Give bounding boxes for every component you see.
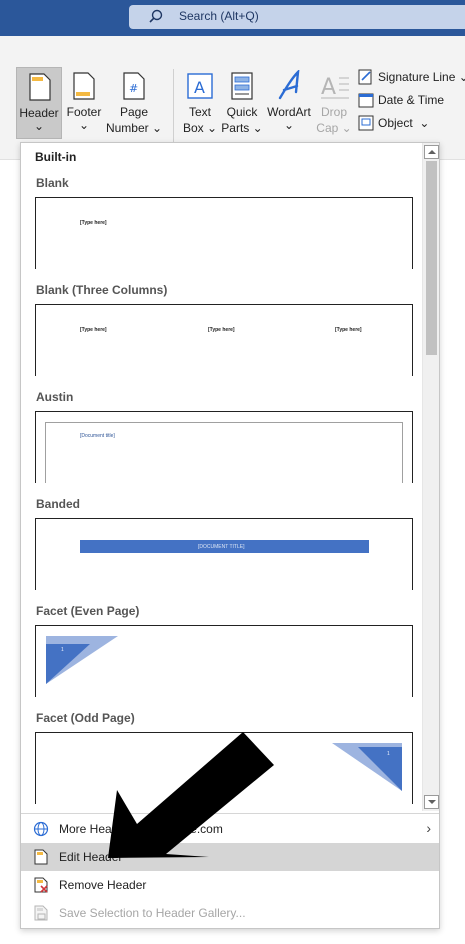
chevron-right-icon: › [426, 820, 431, 836]
gallery-item-label: Banded [36, 497, 81, 511]
text-box-label-2: Box ⌄ [182, 121, 218, 135]
save-selection-item[interactable]: Save Selection to Header Gallery... [21, 899, 439, 927]
gallery-item-label: Facet (Even Page) [36, 604, 140, 618]
edit-header-icon [34, 849, 48, 865]
chevron-down-icon: ⌄ [78, 118, 90, 132]
header-gallery: Built-in Blank [Type here] Blank (Three … [21, 143, 421, 811]
date-time-label: Date & Time [378, 93, 445, 107]
signature-line-button[interactable]: Signature Line ⌄ [358, 68, 465, 88]
gallery-scrollbar[interactable] [422, 143, 439, 811]
scroll-up-button[interactable] [424, 145, 439, 159]
remove-header-item[interactable]: Remove Header [21, 871, 439, 899]
page-number-label-2: Number ⌄ [105, 121, 163, 135]
section-title-built-in: Built-in [35, 150, 77, 164]
chevron-down-icon: ⌄ [283, 118, 295, 132]
placeholder-text: [Type here] [335, 327, 362, 333]
placeholder-text: [DOCUMENT TITLE] [198, 544, 245, 550]
more-headers-label: More Headers from Office.com [59, 822, 223, 836]
page-number-placeholder: 1 [387, 751, 390, 757]
gallery-item-banded[interactable]: [DOCUMENT TITLE] [35, 518, 413, 590]
header-dropdown-menu: Built-in Blank [Type here] Blank (Three … [20, 142, 440, 929]
wordart-button[interactable]: WordArt ⌄ [264, 67, 314, 139]
placeholder-text: [Document title] [80, 433, 115, 439]
word-window: Search (Alt+Q) Header ⌄ Footer ⌄ # Page … [0, 0, 465, 944]
edit-header-label: Edit Header [59, 850, 123, 864]
header-page-icon [29, 73, 51, 101]
placeholder-text: [Type here] [208, 327, 235, 333]
remove-header-label: Remove Header [59, 878, 147, 892]
drop-cap-label-1: Drop [320, 105, 347, 119]
quick-parts-icon [231, 72, 253, 100]
object-icon [358, 115, 374, 131]
gallery-item-blank-three-columns[interactable]: [Type here] [Type here] [Type here] [35, 304, 413, 376]
drop-cap-button[interactable]: A Drop Cap ⌄ [314, 67, 354, 139]
gallery-item-austin[interactable]: [Document title] [35, 411, 413, 483]
signature-line-icon [358, 69, 372, 85]
remove-header-icon [34, 877, 48, 893]
object-label: Object ⌄ [378, 116, 430, 130]
quick-parts-label-2: Parts ⌄ [221, 121, 263, 135]
save-selection-icon [34, 905, 48, 921]
gallery-item-label: Austin [36, 390, 74, 404]
save-selection-label: Save Selection to Header Gallery... [59, 906, 246, 920]
drop-cap-label-2: Cap ⌄ [316, 121, 352, 135]
date-time-button[interactable]: Date & Time [358, 91, 458, 111]
signature-line-label: Signature Line ⌄ [378, 70, 465, 84]
edit-header-item[interactable]: Edit Header [21, 843, 439, 871]
quick-parts-button[interactable]: Quick Parts ⌄ [221, 67, 263, 139]
search-box[interactable]: Search (Alt+Q) [129, 5, 465, 29]
text-box-button[interactable]: A Text Box ⌄ [180, 67, 220, 139]
drop-cap-icon: A [321, 75, 349, 100]
facet-odd-graphic [332, 743, 402, 791]
object-button[interactable]: Object ⌄ [358, 114, 438, 134]
chevron-down-icon: ⌄ [33, 119, 45, 133]
placeholder-text: [Type here] [80, 220, 107, 226]
gallery-item-facet-odd[interactable]: 1 [35, 732, 413, 804]
gallery-item-label: Blank (Three Columns) [36, 283, 168, 297]
wordart-icon [278, 70, 300, 100]
menu-divider [21, 813, 439, 814]
facet-even-graphic [46, 636, 118, 684]
gallery-item-label: Blank [36, 176, 69, 190]
page-number-placeholder: 1 [61, 647, 64, 653]
page-number-button[interactable]: # Page Number ⌄ [104, 67, 164, 139]
scroll-down-button[interactable] [424, 795, 439, 809]
header-button[interactable]: Header ⌄ [16, 67, 62, 139]
more-headers-item[interactable]: More Headers from Office.com › [21, 815, 439, 843]
austin-frame [45, 422, 403, 483]
search-icon [149, 9, 163, 23]
gallery-item-blank[interactable]: [Type here] [35, 197, 413, 269]
text-box-icon: A [187, 73, 213, 99]
footer-page-icon [73, 72, 95, 100]
placeholder-text: [Type here] [80, 327, 107, 333]
gallery-item-facet-even[interactable]: 1 [35, 625, 413, 697]
svg-text:A: A [321, 75, 336, 100]
date-time-icon [358, 93, 374, 108]
svg-text:A: A [194, 78, 205, 97]
gallery-item-label: Facet (Odd Page) [36, 711, 135, 725]
page-number-icon: # [123, 72, 145, 100]
page-number-label-1: Page [119, 105, 149, 119]
svg-text:#: # [129, 82, 138, 95]
scroll-thumb[interactable] [426, 161, 437, 355]
footer-button[interactable]: Footer ⌄ [64, 67, 104, 139]
search-placeholder: Search (Alt+Q) [179, 9, 259, 23]
quick-parts-label-1: Quick [226, 105, 258, 119]
title-bar: Search (Alt+Q) [0, 0, 465, 36]
globe-icon [33, 821, 49, 837]
text-box-label-1: Text [188, 105, 211, 119]
